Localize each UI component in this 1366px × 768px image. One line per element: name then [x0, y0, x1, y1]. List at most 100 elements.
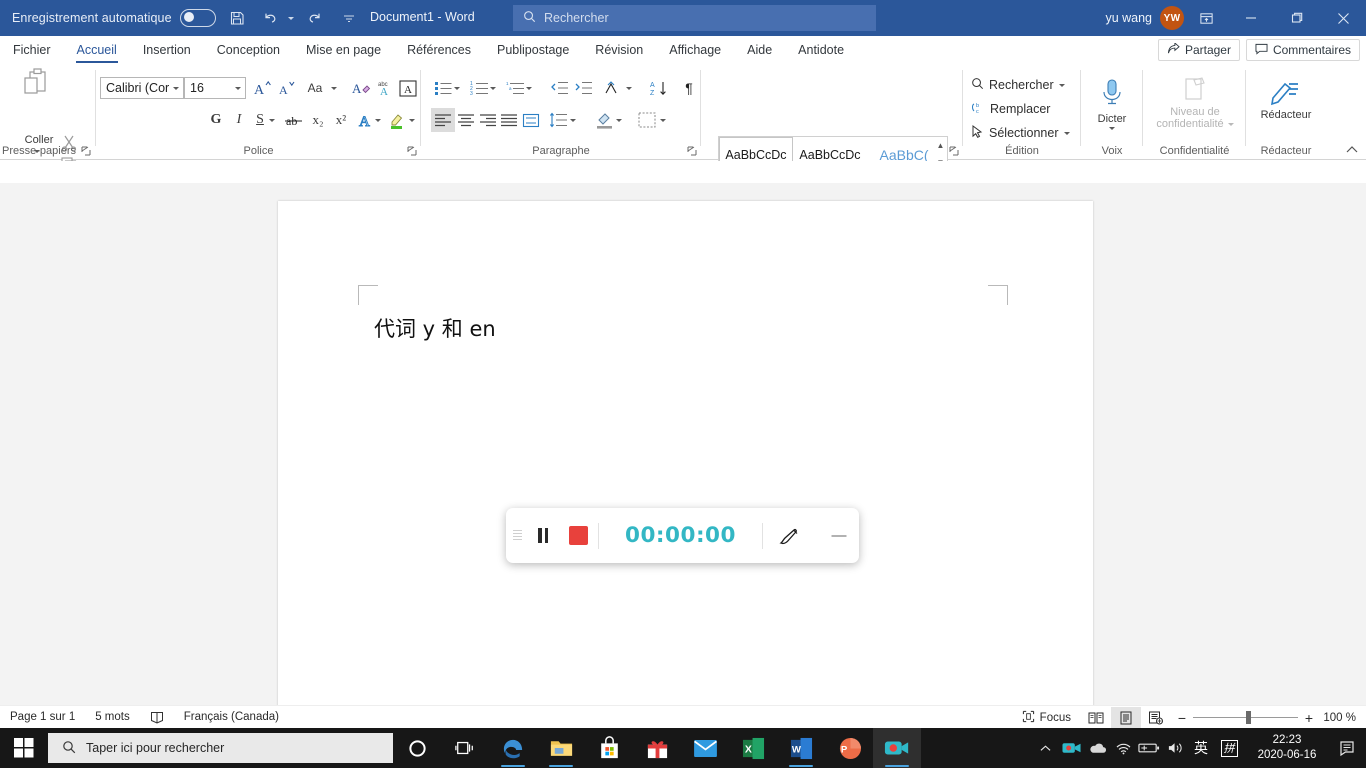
asian-layout-caret-icon[interactable] [623, 76, 634, 100]
pause-button[interactable] [528, 508, 558, 563]
avatar[interactable]: YW [1160, 6, 1184, 30]
character-border-icon[interactable]: A [396, 76, 420, 100]
sensitivity-button[interactable]: Niveau de confidentialité [1151, 72, 1239, 138]
sensitivity-caret-icon[interactable] [1227, 122, 1234, 126]
excel-icon[interactable]: X [729, 728, 777, 768]
chevron-up-icon[interactable] [1032, 728, 1058, 768]
paragraph-dialog-launcher[interactable] [687, 145, 698, 156]
clear-formatting-icon[interactable]: A [350, 76, 374, 100]
screen-recorder-icon[interactable] [873, 728, 921, 768]
powerpoint-icon[interactable]: P [825, 728, 873, 768]
zoom-slider-thumb[interactable] [1246, 711, 1251, 724]
file-explorer-icon[interactable] [537, 728, 585, 768]
focus-button[interactable]: Focus [1012, 706, 1081, 729]
document-page[interactable]: 代词 y 和 en [278, 201, 1093, 721]
clipboard-dialog-launcher[interactable] [81, 145, 92, 156]
collapse-ribbon-icon[interactable] [1343, 141, 1361, 157]
document-canvas[interactable]: 代词 y 和 en 00:00:00 — [0, 183, 1366, 759]
find-caret-icon[interactable] [1058, 83, 1065, 87]
select-button[interactable]: Sélectionner [969, 122, 1070, 144]
ime-pinyin-indicator[interactable]: 拼 [1214, 728, 1244, 768]
align-left-icon[interactable] [431, 108, 455, 132]
highlight-caret-icon[interactable] [406, 108, 417, 132]
minimize-recorder-icon[interactable]: — [819, 508, 859, 563]
distribute-icon[interactable] [519, 108, 543, 132]
bullets-caret-icon[interactable] [451, 76, 462, 100]
editor-button[interactable]: Rédacteur [1256, 72, 1316, 138]
asian-layout-icon[interactable] [601, 76, 625, 100]
word-count[interactable]: 5 mots [85, 706, 140, 729]
justify-icon[interactable] [497, 108, 521, 132]
styles-dialog-launcher[interactable] [949, 145, 960, 156]
windows-start-icon[interactable] [0, 728, 48, 768]
action-center-icon[interactable] [1330, 728, 1366, 768]
tab-aide[interactable]: Aide [734, 36, 785, 64]
undo-dropdown-caret-icon[interactable] [287, 16, 294, 20]
zoom-out-button[interactable]: − [1171, 710, 1193, 726]
align-center-icon[interactable] [454, 108, 478, 132]
numbering-caret-icon[interactable] [487, 76, 498, 100]
microsoft-store-icon[interactable] [585, 728, 633, 768]
proofing-errors-icon[interactable] [140, 706, 174, 729]
scroll-up-icon[interactable]: ▲ [934, 137, 947, 154]
shrink-font-icon[interactable]: A [274, 76, 298, 100]
ribbon-display-options-icon[interactable] [1184, 0, 1228, 36]
find-button[interactable]: Rechercher [969, 74, 1065, 96]
gift-icon[interactable] [633, 728, 681, 768]
grow-font-icon[interactable]: A [250, 76, 274, 100]
restore-button[interactable] [1274, 0, 1320, 36]
subscript-button[interactable]: x₂ [306, 108, 330, 132]
show-formatting-marks-icon[interactable]: ¶ [677, 76, 701, 100]
stop-button[interactable] [558, 508, 598, 563]
read-mode-icon[interactable] [1081, 707, 1111, 728]
minimize-button[interactable] [1228, 0, 1274, 36]
undo-icon[interactable] [258, 5, 284, 31]
customize-quick-access-icon[interactable] [336, 5, 362, 31]
decrease-indent-icon[interactable] [547, 76, 571, 100]
close-button[interactable] [1320, 0, 1366, 36]
tab-references[interactable]: Références [394, 36, 484, 64]
comments-button[interactable]: Commentaires [1245, 39, 1360, 61]
word-icon[interactable]: W [777, 728, 825, 768]
underline-caret-icon[interactable] [266, 108, 277, 132]
bold-button[interactable]: G [204, 108, 228, 132]
tab-conception[interactable]: Conception [204, 36, 293, 64]
tab-accueil[interactable]: Accueil [64, 36, 130, 64]
tab-mise-en-page[interactable]: Mise en page [293, 36, 394, 64]
ime-mode-indicator[interactable]: 英 [1188, 728, 1214, 768]
share-button[interactable]: Partager [1157, 39, 1240, 61]
language-indicator[interactable]: Français (Canada) [174, 706, 289, 729]
borders-caret-icon[interactable] [657, 108, 668, 132]
change-case-caret-icon[interactable] [328, 76, 339, 100]
user-name[interactable]: yu wang [1105, 11, 1152, 25]
clock[interactable]: 22:23 2020-06-16 [1244, 728, 1330, 768]
increase-indent-icon[interactable] [571, 76, 595, 100]
cortana-icon[interactable] [393, 728, 441, 768]
font-name-combobox[interactable]: Calibri (Corp [100, 77, 184, 99]
phonetic-guide-icon[interactable]: abc A [374, 76, 398, 100]
web-layout-icon[interactable] [1141, 707, 1171, 728]
tab-antidote[interactable]: Antidote [785, 36, 857, 64]
search-input[interactable]: Rechercher [513, 5, 876, 31]
borders-icon[interactable] [635, 108, 659, 132]
multilevel-caret-icon[interactable] [523, 76, 534, 100]
tab-affichage[interactable]: Affichage [656, 36, 734, 64]
tab-revision[interactable]: Révision [582, 36, 656, 64]
drag-grip-icon[interactable] [506, 508, 528, 563]
volume-icon[interactable] [1162, 728, 1188, 768]
font-dialog-launcher[interactable] [407, 145, 418, 156]
screen-recorder-toolbar[interactable]: 00:00:00 — [506, 508, 859, 563]
change-case-icon[interactable]: Aa [302, 76, 328, 100]
replace-button[interactable]: bc Remplacer [969, 98, 1050, 120]
save-icon[interactable] [224, 5, 250, 31]
redo-icon[interactable] [302, 5, 328, 31]
sort-icon[interactable]: AZ [647, 76, 671, 100]
tab-fichier[interactable]: Fichier [0, 36, 64, 64]
wifi-icon[interactable] [1110, 728, 1136, 768]
page-info[interactable]: Page 1 sur 1 [0, 706, 85, 729]
select-caret-icon[interactable] [1063, 131, 1070, 135]
zoom-level[interactable]: 100 % [1320, 712, 1366, 724]
text-effects-caret-icon[interactable] [372, 108, 383, 132]
tab-publipostage[interactable]: Publipostage [484, 36, 582, 64]
zoom-slider[interactable] [1193, 706, 1298, 729]
